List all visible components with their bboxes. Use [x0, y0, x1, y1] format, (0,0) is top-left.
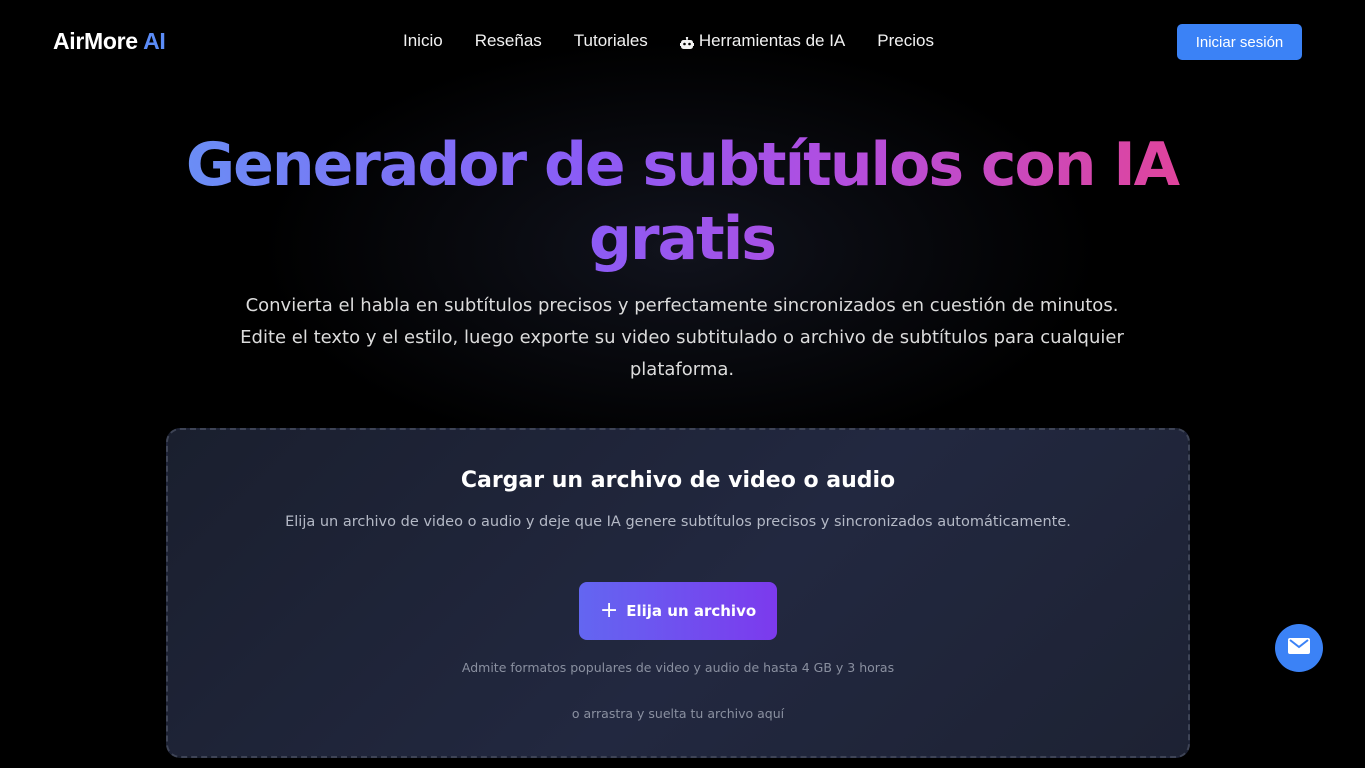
logo-accent: AI: [143, 28, 166, 54]
nav-item-label: Precios: [877, 31, 934, 50]
nav-item-resenas[interactable]: Reseñas: [475, 31, 542, 51]
hero-subtitle: Convierta el habla en subtítulos preciso…: [240, 295, 1124, 380]
site-header: AirMore AI Inicio Reseñas Tutoriales Her…: [0, 0, 1365, 84]
nav-item-tutoriales[interactable]: Tutoriales: [574, 31, 648, 51]
upload-dropzone[interactable]: Cargar un archivo de video o audio Elija…: [166, 428, 1190, 758]
drag-drop-hint: o arrastra y suelta tu archivo aquí: [571, 706, 785, 721]
main-nav: Inicio Reseñas Tutoriales Herramientas d…: [403, 31, 934, 51]
robot-icon: [679, 35, 694, 49]
login-button[interactable]: Iniciar sesión: [1177, 24, 1302, 60]
nav-item-herramientas[interactable]: Herramientas de IA: [679, 31, 846, 51]
supported-formats-text: Admite formatos populares de video y aud…: [461, 660, 895, 675]
nav-item-label: Tutoriales: [573, 31, 648, 50]
nav-item-label: Herramientas de IA: [698, 31, 846, 50]
contact-mail-button[interactable]: [1275, 624, 1323, 672]
upload-title: Cargar un archivo de video o audio: [460, 468, 896, 493]
nav-item-label: Reseñas: [474, 31, 542, 50]
nav-item-inicio[interactable]: Inicio: [403, 31, 443, 51]
choose-file-button[interactable]: + Elija un archivo: [579, 582, 777, 640]
page: AirMore AI Inicio Reseñas Tutoriales Her…: [0, 0, 1365, 768]
choose-file-label: Elija un archivo: [626, 602, 757, 620]
nav-item-precios[interactable]: Precios: [877, 31, 934, 51]
mail-icon: [1288, 638, 1310, 658]
plus-icon: +: [599, 598, 619, 623]
logo[interactable]: AirMore AI: [53, 28, 166, 55]
upload-description: Elija un archivo de video o audio y deje…: [285, 514, 1071, 530]
page-title: Generador de subtítulos con IA gratis: [182, 128, 1182, 276]
logo-text: AirMore: [53, 28, 138, 54]
nav-item-label: Inicio: [403, 31, 443, 50]
